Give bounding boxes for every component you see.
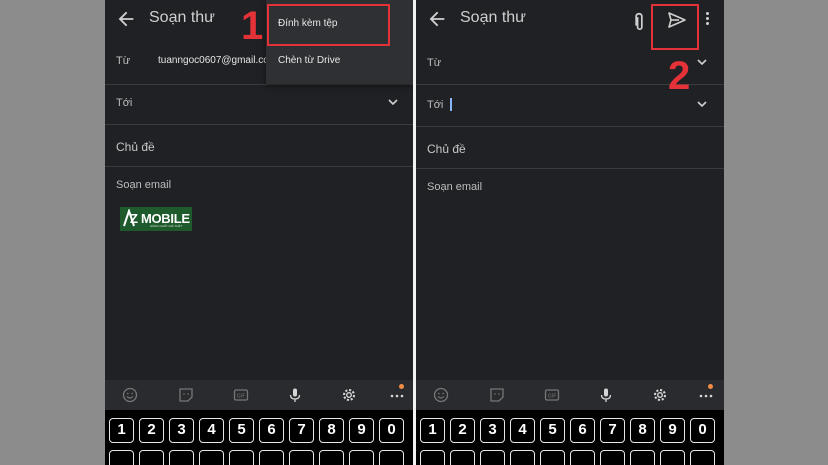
notification-dot [399, 384, 404, 389]
key[interactable]: 3 [169, 418, 194, 443]
keyboard: 1 2 3 4 5 6 7 8 9 0 [416, 410, 724, 465]
to-label: Tới [116, 97, 133, 109]
key[interactable] [510, 450, 535, 465]
menu-item-insert-from-drive[interactable]: Chèn từ Drive [278, 55, 340, 66]
key[interactable] [109, 450, 134, 465]
gif-icon[interactable]: GIF [544, 387, 560, 403]
more-options-icon[interactable] [698, 387, 714, 403]
to-row[interactable]: Tới [105, 84, 413, 125]
key[interactable] [600, 450, 625, 465]
highlight-box-send [651, 4, 699, 50]
key[interactable] [480, 450, 505, 465]
key[interactable] [690, 450, 715, 465]
svg-text:GIF: GIF [548, 394, 556, 400]
back-arrow-icon[interactable] [426, 8, 448, 30]
key[interactable]: 4 [510, 418, 535, 443]
svg-text:GIF: GIF [237, 394, 245, 400]
microphone-icon[interactable] [287, 387, 303, 403]
key[interactable]: 7 [600, 418, 625, 443]
subject-label: Chủ đề [427, 142, 466, 156]
key[interactable] [420, 450, 445, 465]
subject-label: Chủ đề [116, 140, 155, 154]
more-options-icon[interactable] [389, 387, 405, 403]
key[interactable]: 8 [319, 418, 344, 443]
page-title: Soạn thư [149, 9, 215, 26]
more-vert-icon[interactable] [701, 10, 713, 30]
key[interactable] [660, 450, 685, 465]
chevron-down-icon[interactable] [697, 59, 707, 66]
text-cursor [450, 98, 452, 111]
key[interactable] [349, 450, 374, 465]
gif-icon[interactable]: GIF [233, 387, 249, 403]
back-arrow-icon[interactable] [115, 8, 137, 30]
key[interactable] [289, 450, 314, 465]
chevron-down-icon[interactable] [388, 99, 398, 106]
paperclip-icon[interactable] [628, 10, 650, 30]
key[interactable] [630, 450, 655, 465]
notification-dot [708, 384, 713, 389]
key[interactable] [450, 450, 475, 465]
page-title: Soạn thư [460, 9, 526, 26]
emoji-icon[interactable] [433, 387, 449, 403]
key[interactable] [540, 450, 565, 465]
from-label: Từ [116, 55, 131, 67]
subject-row[interactable]: Chủ đề [416, 126, 724, 169]
key[interactable]: 2 [450, 418, 475, 443]
key[interactable]: 9 [349, 418, 374, 443]
key[interactable] [139, 450, 164, 465]
from-label: Từ [427, 57, 442, 69]
key[interactable]: 0 [690, 418, 715, 443]
key[interactable] [169, 450, 194, 465]
key[interactable]: 6 [570, 418, 595, 443]
settings-gear-icon[interactable] [652, 387, 668, 403]
keyboard-toolbar: GIF [416, 380, 724, 410]
key[interactable]: 9 [660, 418, 685, 443]
key[interactable] [229, 450, 254, 465]
sticker-icon[interactable] [178, 387, 194, 403]
logo-tagline: HÀNG CHẤT GIÁ THẬT [150, 224, 183, 228]
settings-gear-icon[interactable] [341, 387, 357, 403]
keyboard-toolbar: GIF [105, 380, 413, 410]
to-label: Tới [427, 99, 444, 111]
body-placeholder[interactable]: Soạn email [427, 181, 482, 193]
emoji-icon[interactable] [122, 387, 138, 403]
key[interactable]: 7 [289, 418, 314, 443]
key[interactable]: 1 [420, 418, 445, 443]
divider [413, 0, 416, 465]
key[interactable] [259, 450, 284, 465]
from-value: tuanngoc0607@gmail.co [158, 55, 269, 66]
sticker-icon[interactable] [489, 387, 505, 403]
step-number-2: 2 [668, 54, 691, 98]
az-mobile-logo: Z MOBILE HÀNG CHẤT GIÁ THẬT [120, 207, 192, 231]
key[interactable]: 5 [229, 418, 254, 443]
key[interactable] [319, 450, 344, 465]
key[interactable] [379, 450, 404, 465]
key[interactable]: 1 [109, 418, 134, 443]
compose-screen-left: Soạn thư Từ tuanngoc0607@gmail.co Tới Ch… [105, 0, 413, 465]
highlight-box-attach [267, 4, 390, 46]
step-number-1: 1 [241, 4, 264, 48]
key[interactable] [570, 450, 595, 465]
key[interactable]: 2 [139, 418, 164, 443]
subject-row[interactable]: Chủ đề [105, 124, 413, 167]
key[interactable]: 0 [379, 418, 404, 443]
body-placeholder[interactable]: Soạn email [116, 179, 171, 191]
key[interactable]: 3 [480, 418, 505, 443]
chevron-down-icon[interactable] [697, 101, 707, 108]
key[interactable]: 5 [540, 418, 565, 443]
key[interactable]: 4 [199, 418, 224, 443]
key[interactable] [199, 450, 224, 465]
microphone-icon[interactable] [598, 387, 614, 403]
keyboard: 1 2 3 4 5 6 7 8 9 0 [105, 410, 413, 465]
key[interactable]: 6 [259, 418, 284, 443]
key[interactable]: 8 [630, 418, 655, 443]
